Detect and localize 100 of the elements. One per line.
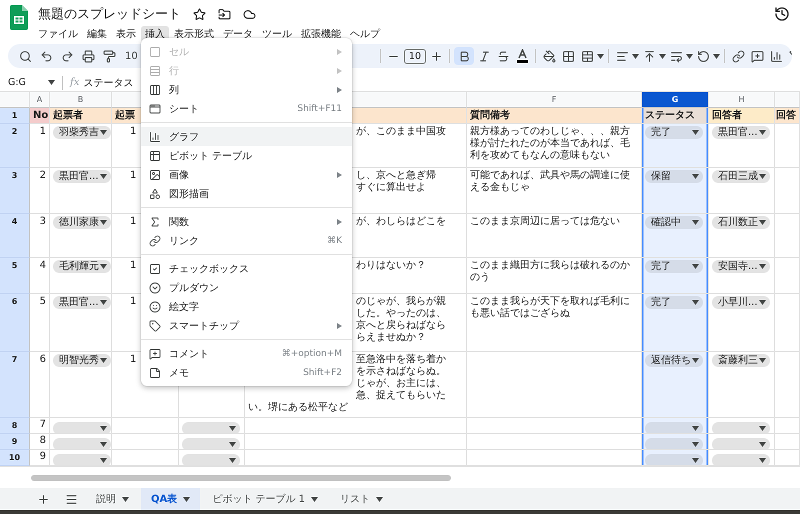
row-header[interactable]: 7 xyxy=(0,352,30,418)
caret-icon[interactable] xyxy=(100,300,107,305)
row-header[interactable]: 1 xyxy=(0,108,30,124)
dropdown-chip[interactable] xyxy=(712,438,770,449)
column-header[interactable]: B xyxy=(50,92,112,108)
row-header[interactable]: 2 xyxy=(0,124,30,168)
formula-field[interactable]: ステータス xyxy=(83,76,134,90)
sheet-tab[interactable]: リスト xyxy=(330,488,393,510)
dropdown-chip[interactable]: 石川数正 xyxy=(712,216,770,229)
dropdown-chip[interactable]: 斎藤利三 xyxy=(712,354,770,367)
caret-icon[interactable] xyxy=(100,130,107,135)
caret-icon[interactable] xyxy=(376,496,383,502)
caret-icon[interactable] xyxy=(759,458,766,462)
link-icon[interactable] xyxy=(732,50,744,62)
paint-roller-icon[interactable] xyxy=(102,50,116,62)
caret-icon[interactable] xyxy=(229,442,236,446)
menu-bar-item[interactable]: データ xyxy=(219,26,257,42)
dropdown-chip[interactable]: 黒田官... xyxy=(712,126,770,139)
caret-icon[interactable] xyxy=(100,264,107,269)
scrollbar[interactable] xyxy=(31,474,451,480)
dropdown-chip[interactable]: 完了 xyxy=(645,296,703,309)
caret-icon[interactable] xyxy=(229,426,236,430)
column-header[interactable]: G xyxy=(642,92,709,108)
undo-icon[interactable] xyxy=(40,50,52,62)
dropdown-chip[interactable] xyxy=(182,438,240,449)
dropdown-chip[interactable]: 安国寺... xyxy=(712,260,770,273)
caret-icon[interactable] xyxy=(692,358,699,363)
row-header[interactable]: 10 xyxy=(0,450,30,466)
column-header[interactable]: A xyxy=(30,92,50,108)
caret-icon[interactable] xyxy=(100,220,107,225)
sheet-tab[interactable]: QA表 xyxy=(141,488,200,510)
comment-icon[interactable] xyxy=(750,50,764,62)
caret-icon[interactable] xyxy=(100,442,107,446)
menu-bar-item[interactable]: 表示 xyxy=(112,26,140,42)
caret-icon[interactable] xyxy=(759,358,766,363)
caret-icon[interactable] xyxy=(692,264,699,269)
dropdown-chip[interactable]: 返信待ち xyxy=(645,354,703,367)
plus-icon[interactable] xyxy=(430,50,442,62)
caret-icon[interactable] xyxy=(597,54,604,58)
dropdown-chip[interactable] xyxy=(182,454,240,465)
dropdown-chip[interactable] xyxy=(645,438,703,449)
document-title[interactable]: 無題のスプレッドシート xyxy=(38,5,181,23)
print-icon[interactable] xyxy=(82,50,94,62)
italic-icon[interactable] xyxy=(478,50,490,62)
caret-icon[interactable] xyxy=(692,458,699,462)
bold-button[interactable] xyxy=(454,47,474,65)
caret-icon[interactable] xyxy=(759,442,766,446)
caret-icon[interactable] xyxy=(100,458,107,462)
row-header[interactable]: 9 xyxy=(0,434,30,450)
caret-icon[interactable] xyxy=(692,426,699,430)
search-icon[interactable] xyxy=(18,50,32,62)
dropdown-chip[interactable]: 黒田官... xyxy=(53,296,111,309)
caret-icon[interactable] xyxy=(229,458,236,462)
row-header[interactable]: 8 xyxy=(0,418,30,434)
caret-icon[interactable] xyxy=(100,358,107,363)
caret-icon[interactable] xyxy=(100,174,107,179)
caret-icon[interactable] xyxy=(759,220,766,225)
menu-icon[interactable] xyxy=(64,492,78,506)
cloud-icon[interactable] xyxy=(243,8,256,20)
dropdown-chip[interactable] xyxy=(53,422,111,433)
caret-icon[interactable] xyxy=(692,130,699,135)
zoom-select[interactable]: 10 xyxy=(125,50,138,62)
column-header[interactable]: F xyxy=(467,92,642,108)
borders-icon[interactable] xyxy=(562,50,574,62)
caret-icon[interactable] xyxy=(183,496,190,502)
menu-bar-item[interactable]: 編集 xyxy=(83,26,111,42)
dropdown-chip[interactable]: 完了 xyxy=(645,126,703,139)
plus-icon[interactable] xyxy=(36,492,50,506)
star-icon[interactable] xyxy=(193,8,206,20)
dropdown-chip[interactable]: 明智光秀 xyxy=(53,354,111,367)
menu-bar-item[interactable]: ヘルプ xyxy=(346,26,384,42)
dropdown-chip[interactable]: 羽柴秀吉 xyxy=(53,126,111,139)
caret-icon[interactable] xyxy=(659,54,666,58)
folder-icon[interactable] xyxy=(218,8,231,20)
caret-icon[interactable] xyxy=(692,442,699,446)
sheet-tab[interactable]: ピボット テーブル 1 xyxy=(202,488,328,510)
dropdown-chip[interactable] xyxy=(645,422,703,433)
dropdown-chip[interactable] xyxy=(712,422,770,433)
dropdown-chip[interactable] xyxy=(645,454,703,465)
caret-icon[interactable] xyxy=(632,54,639,58)
row-header[interactable]: 5 xyxy=(0,258,30,294)
vertical-align-icon[interactable] xyxy=(642,50,656,62)
menu-bar-item[interactable]: 拡張機能 xyxy=(297,26,345,42)
dropdown-chip[interactable] xyxy=(53,438,111,449)
caret-icon[interactable] xyxy=(48,80,55,85)
dropdown-chip[interactable]: 確認中 xyxy=(645,216,703,229)
dropdown-chip[interactable]: 保留 xyxy=(645,170,703,183)
dropdown-chip[interactable] xyxy=(182,422,240,433)
caret-icon[interactable] xyxy=(100,426,107,430)
dropdown-chip[interactable]: 毛利輝元 xyxy=(53,260,111,273)
dropdown-chip[interactable]: 黒田官... xyxy=(53,170,111,183)
sheet-tab[interactable]: 説明 xyxy=(86,488,139,510)
caret-icon[interactable] xyxy=(759,130,766,135)
caret-icon[interactable] xyxy=(692,220,699,225)
dropdown-chip[interactable]: 石田三成 xyxy=(712,170,770,183)
caret-icon[interactable] xyxy=(759,300,766,305)
dropdown-chip[interactable] xyxy=(53,454,111,465)
wrap-text-icon[interactable] xyxy=(670,50,682,62)
dropdown-chip[interactable]: 小早川... xyxy=(712,296,770,309)
column-header[interactable]: H xyxy=(709,92,775,108)
